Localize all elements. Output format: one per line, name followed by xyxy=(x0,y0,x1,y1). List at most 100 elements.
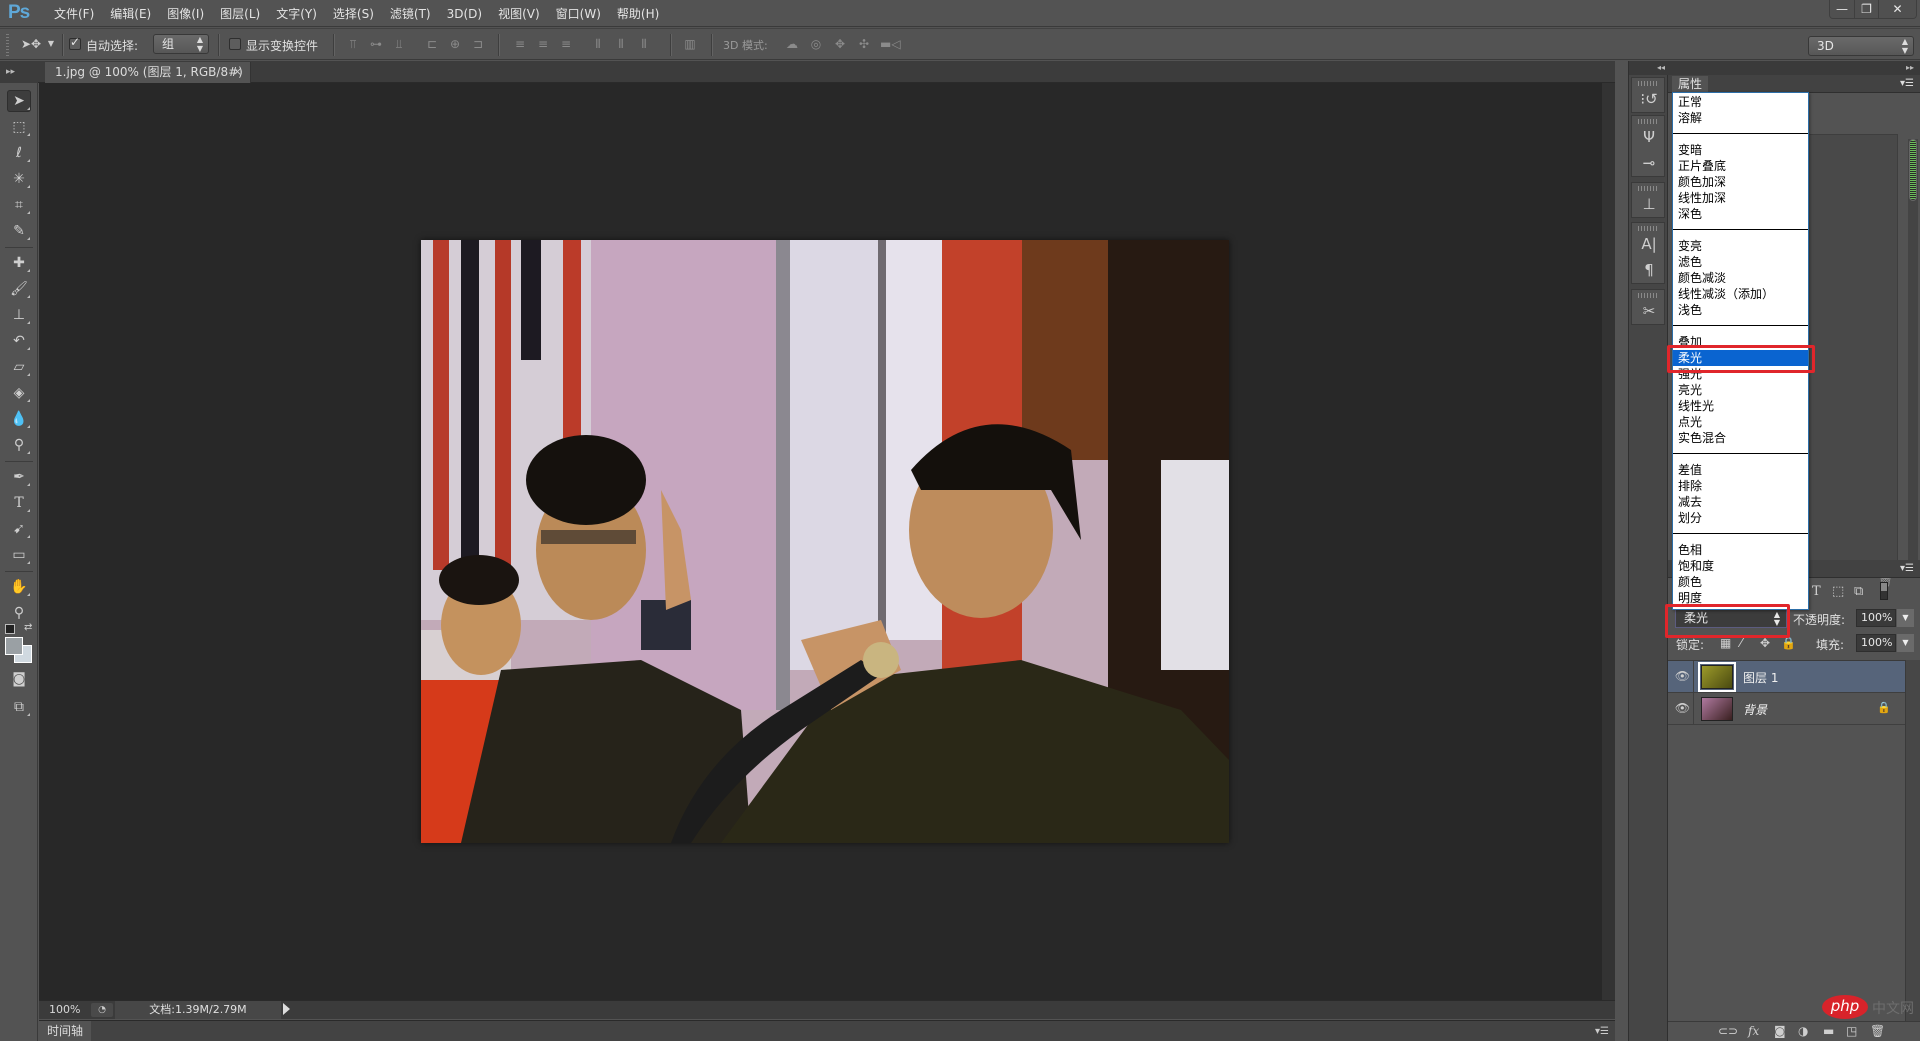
clone-source-icon[interactable]: ⊥ xyxy=(1632,191,1666,217)
blend-option[interactable]: 线性光 xyxy=(1673,398,1808,414)
blend-option[interactable]: 正片叠底 xyxy=(1673,158,1808,174)
screen-mode-icon[interactable]: ⧉ xyxy=(7,696,31,718)
distribute-left-icon[interactable]: ⫴ xyxy=(590,37,606,51)
menu-filter[interactable]: 滤镜(T) xyxy=(382,6,439,22)
blur-tool-icon[interactable]: 💧 xyxy=(7,408,31,430)
menu-3d[interactable]: 3D(D) xyxy=(439,6,490,22)
lock-transparent-icon[interactable]: ▦ xyxy=(1720,636,1731,650)
zoom-tool-icon[interactable]: ⚲ xyxy=(7,602,31,624)
options-bar-grip[interactable] xyxy=(6,34,9,56)
lock-paint-icon[interactable]: ⁄ xyxy=(1740,636,1742,650)
3d-pan-icon[interactable]: ✥ xyxy=(832,37,848,51)
crop-tool-icon[interactable]: ⌗ xyxy=(7,194,31,216)
blend-option[interactable]: 色相 xyxy=(1673,542,1808,558)
blend-option[interactable]: 排除 xyxy=(1673,478,1808,494)
restore-button[interactable]: ❐ xyxy=(1854,0,1878,18)
layers-scrollbar[interactable] xyxy=(1905,660,1920,1030)
auto-align-layers-icon[interactable]: ▥ xyxy=(682,37,698,51)
history-panel-icon[interactable]: ⁝↺ xyxy=(1632,86,1666,112)
menu-window[interactable]: 窗口(W) xyxy=(548,6,609,22)
properties-tab[interactable]: 属性 xyxy=(1672,76,1709,93)
filter-shape-icon[interactable]: ⬚ xyxy=(1832,584,1844,599)
layer-row[interactable]: 👁 图层 1 xyxy=(1668,661,1905,693)
align-right-icon[interactable]: ⊐ xyxy=(470,37,486,51)
expand-panels-icon[interactable]: ▸▸ xyxy=(1668,61,1920,75)
history-brush-tool-icon[interactable]: ↶ xyxy=(7,330,31,352)
collapse-dock-icon[interactable]: ◂◂ xyxy=(1629,61,1669,75)
type-tool-icon[interactable]: T xyxy=(7,492,31,514)
show-transform-checkbox[interactable] xyxy=(229,38,241,50)
dodge-tool-icon[interactable]: ⚲ xyxy=(7,434,31,456)
eyedropper-tool-icon[interactable]: ✎ xyxy=(7,220,31,242)
layer-name[interactable]: 图层 1 xyxy=(1743,669,1778,686)
blend-option[interactable]: 溶解 xyxy=(1673,110,1808,126)
filter-type-icon[interactable]: T xyxy=(1812,584,1821,599)
auto-select-checkbox[interactable] xyxy=(69,35,81,50)
canvas-vertical-scrollbar[interactable] xyxy=(1602,83,1615,1000)
marquee-tool-icon[interactable]: ⬚ xyxy=(7,116,31,138)
brush-presets-icon[interactable]: Ψ xyxy=(1632,124,1666,150)
blend-option[interactable]: 正常 xyxy=(1673,94,1808,110)
default-colors-icon[interactable] xyxy=(5,624,15,634)
status-info-button[interactable]: ◔ xyxy=(91,1003,113,1017)
preset-dropdown-arrow-icon[interactable]: ▼ xyxy=(46,37,56,51)
menu-type[interactable]: 文字(Y) xyxy=(268,6,325,22)
clone-stamp-tool-icon[interactable]: ⊥ xyxy=(7,304,31,326)
character-panel-icon[interactable]: A| xyxy=(1632,231,1666,257)
tool-presets-icon[interactable]: ✂ xyxy=(1632,298,1666,324)
add-mask-icon[interactable]: ◙ xyxy=(1774,1024,1786,1038)
opacity-dropdown-icon[interactable]: ▼ xyxy=(1897,609,1914,627)
menu-file[interactable]: 文件(F) xyxy=(46,6,102,22)
workspace-select[interactable]: 3D ▲ ▼ xyxy=(1808,36,1914,56)
blend-option[interactable]: 浅色 xyxy=(1673,302,1808,318)
close-button[interactable]: ✕ xyxy=(1878,0,1916,18)
zoom-level[interactable]: 100% xyxy=(49,1003,80,1016)
filter-toggle-icon[interactable] xyxy=(1880,582,1888,600)
blend-option[interactable]: 差值 xyxy=(1673,462,1808,478)
blend-option[interactable]: 点光 xyxy=(1673,414,1808,430)
3d-scale-icon[interactable]: ▬◁ xyxy=(880,37,901,51)
blend-option[interactable]: 深色 xyxy=(1673,206,1808,222)
3d-roll-icon[interactable]: ◎ xyxy=(808,37,824,51)
path-selection-tool-icon[interactable]: ➹ xyxy=(7,518,31,540)
menu-view[interactable]: 视图(V) xyxy=(490,6,548,22)
eraser-tool-icon[interactable]: ▱ xyxy=(7,356,31,378)
close-tab-icon[interactable]: × xyxy=(233,62,242,82)
distribute-vcenter-icon[interactable]: ≡ xyxy=(535,37,551,51)
quick-mask-icon[interactable]: ◙ xyxy=(7,668,31,690)
blend-option[interactable]: 亮光 xyxy=(1673,382,1808,398)
layer-row[interactable]: 👁 背景 🔒 xyxy=(1668,693,1905,725)
blend-option[interactable]: 颜色加深 xyxy=(1673,174,1808,190)
distribute-hcenter-icon[interactable]: ⫴ xyxy=(613,37,629,51)
layer-name[interactable]: 背景 xyxy=(1743,701,1767,718)
blend-option[interactable]: 变暗 xyxy=(1673,142,1808,158)
blend-option[interactable]: 划分 xyxy=(1673,510,1808,526)
menu-help[interactable]: 帮助(H) xyxy=(609,6,667,22)
document-tab[interactable]: 1.jpg @ 100% (图层 1, RGB/8#) * × xyxy=(45,62,251,99)
rectangle-tool-icon[interactable]: ▭ xyxy=(7,544,31,566)
collapse-toolbar-icon[interactable]: ▸▸ xyxy=(0,61,38,83)
minimize-button[interactable]: — xyxy=(1830,0,1854,18)
blend-option[interactable]: 颜色 xyxy=(1673,574,1808,590)
menu-edit[interactable]: 编辑(E) xyxy=(102,6,159,22)
align-top-icon[interactable]: ⫪ xyxy=(345,37,361,51)
fill-dropdown-icon[interactable]: ▼ xyxy=(1897,634,1914,652)
visibility-eye-icon[interactable]: 👁 xyxy=(1672,693,1694,724)
healing-brush-tool-icon[interactable]: ✚ xyxy=(7,252,31,274)
pen-tool-icon[interactable]: ✒ xyxy=(7,466,31,488)
layer-style-fx-icon[interactable]: fx xyxy=(1748,1024,1759,1038)
panel-menu-icon[interactable]: ▾☰ xyxy=(1900,563,1914,574)
hand-tool-icon[interactable]: ✋ xyxy=(7,576,31,598)
move-tool-preset-icon[interactable]: ➤✥ xyxy=(20,37,42,51)
magic-wand-tool-icon[interactable]: ✳ xyxy=(7,168,31,190)
link-layers-icon[interactable]: ⊂⊃ xyxy=(1718,1024,1738,1038)
new-layer-icon[interactable]: ◳ xyxy=(1846,1024,1857,1038)
document-image[interactable] xyxy=(421,240,1229,843)
blend-option[interactable]: 饱和度 xyxy=(1673,558,1808,574)
move-tool-icon[interactable]: ➤ xyxy=(7,90,31,112)
scroll-thumb[interactable] xyxy=(1909,139,1917,201)
lasso-tool-icon[interactable]: ℓ xyxy=(7,142,31,164)
lock-all-icon[interactable]: 🔒 xyxy=(1781,636,1796,650)
new-group-icon[interactable]: ▬ xyxy=(1823,1024,1834,1038)
distribute-right-icon[interactable]: ⫴ xyxy=(636,37,652,51)
